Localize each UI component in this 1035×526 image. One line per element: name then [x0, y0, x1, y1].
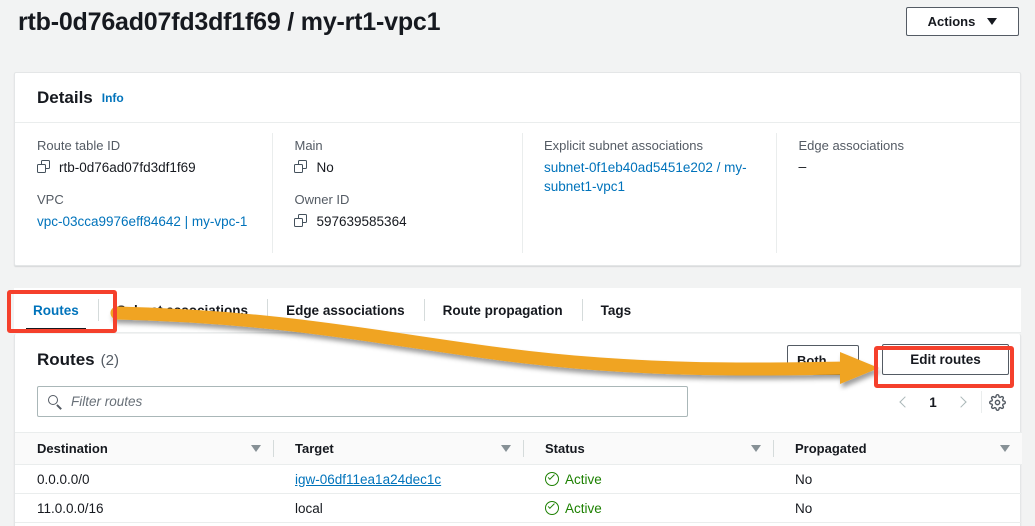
tab-routes[interactable]: Routes [14, 288, 98, 332]
cell-status: Active [523, 493, 773, 523]
field-value: No [316, 160, 334, 175]
pagination-previous-button[interactable] [891, 388, 919, 416]
routes-title: Routes [37, 350, 95, 369]
column-header-label: Destination [37, 441, 108, 456]
field-value: – [798, 158, 807, 174]
details-card: Details Info Route table ID rtb-0d76ad07… [14, 72, 1021, 266]
tab-route-propagation[interactable]: Route propagation [423, 288, 582, 332]
copy-icon[interactable] [294, 160, 307, 174]
routes-table: Destination Target Status Propagated 0.0… [15, 432, 1022, 523]
chevron-down-icon [987, 18, 998, 25]
gear-icon[interactable] [988, 393, 1006, 411]
actions-button-label: Actions [927, 14, 976, 29]
field-edge-associations: Edge associations – [798, 137, 1002, 174]
field-owner-id: Owner ID 597639585364 [294, 191, 504, 231]
routes-panel-header: Routes (2) Both Edit routes [15, 334, 1020, 386]
column-header-label: Target [295, 441, 334, 456]
routes-filter-row: Filter routes 1 [15, 386, 1020, 424]
field-value: rtb-0d76ad07fd3df1f69 [59, 160, 196, 175]
field-main: Main No [294, 137, 504, 177]
pagination-divider [981, 391, 982, 413]
details-column-4: Edge associations – [776, 133, 1020, 265]
field-value: 597639585364 [316, 214, 407, 229]
tab-edge-associations[interactable]: Edge associations [267, 288, 424, 332]
cell-propagated: No [773, 464, 1022, 494]
routes-count: (2) [100, 351, 119, 369]
field-label: VPC [37, 192, 64, 207]
tab-tags[interactable]: Tags [581, 288, 651, 332]
pagination-next-button[interactable] [947, 388, 975, 416]
pagination: 1 [891, 388, 1006, 416]
copy-icon[interactable] [37, 160, 50, 174]
column-header-destination[interactable]: Destination [15, 432, 273, 465]
tab-label: Tags [600, 302, 632, 318]
sort-descending-icon[interactable] [251, 445, 261, 452]
search-icon [48, 394, 62, 410]
page-title: rtb-0d76ad07fd3df1f69 / my-rt1-vpc1 [18, 8, 441, 36]
details-columns: Route table ID rtb-0d76ad07fd3df1f69 VPC… [15, 123, 1020, 265]
cell-status: Active [523, 464, 773, 494]
details-column-2: Main No Owner ID 597639585364 [272, 133, 522, 265]
column-header-label: Propagated [795, 441, 867, 456]
field-label: Main [294, 138, 323, 153]
sort-descending-icon[interactable] [501, 445, 511, 452]
field-label: Route table ID [37, 138, 121, 153]
tab-label: Subnet associations [116, 302, 249, 318]
tab-bar: Routes Subnet associations Edge associat… [14, 288, 1021, 333]
table-row[interactable]: 0.0.0.0/0 igw-06df11ea1a24dec1c Active N… [15, 464, 1022, 494]
details-card-header: Details Info [15, 73, 1020, 123]
page-root: rtb-0d76ad07fd3df1f69 / my-rt1-vpc1 Acti… [0, 0, 1035, 526]
details-column-1: Route table ID rtb-0d76ad07fd3df1f69 VPC… [15, 137, 272, 265]
column-header-propagated[interactable]: Propagated [773, 432, 1022, 465]
sort-descending-icon[interactable] [751, 445, 761, 452]
field-label: Edge associations [798, 138, 904, 153]
details-column-3: Explicit subnet associations subnet-0f1e… [521, 133, 777, 265]
column-header-status[interactable]: Status [523, 432, 773, 465]
details-info-link[interactable]: Info [102, 91, 124, 105]
tab-label: Edge associations [286, 302, 405, 318]
cell-destination: 0.0.0.0/0 [15, 464, 273, 494]
tab-label: Route propagation [442, 302, 563, 318]
table-row[interactable]: 11.0.0.0/16 local Active No [15, 493, 1022, 523]
copy-icon[interactable] [294, 214, 307, 228]
filter-routes-input[interactable]: Filter routes [37, 386, 688, 417]
details-heading: Details [37, 87, 93, 107]
vpc-link[interactable]: vpc-03cca9976eff84642 | my-vpc-1 [37, 212, 254, 231]
pagination-page-number[interactable]: 1 [919, 395, 947, 410]
field-route-table-id: Route table ID rtb-0d76ad07fd3df1f69 [37, 137, 254, 177]
status-active-icon [545, 501, 559, 515]
cell-target: igw-06df11ea1a24dec1c [273, 464, 523, 494]
status-badge: Active [565, 471, 602, 487]
chevron-down-icon [843, 357, 851, 363]
field-vpc: VPC vpc-03cca9976eff84642 | my-vpc-1 [37, 191, 254, 231]
status-active-icon [545, 472, 559, 486]
table-header-row: Destination Target Status Propagated [15, 432, 1022, 465]
both-dropdown[interactable]: Both [787, 345, 859, 375]
field-label: Explicit subnet associations [543, 138, 703, 153]
column-header-label: Status [545, 441, 585, 456]
edit-routes-button-label: Edit routes [910, 352, 981, 367]
cell-destination: 11.0.0.0/16 [15, 493, 273, 523]
cell-propagated: No [773, 493, 1022, 523]
filter-routes-placeholder: Filter routes [71, 394, 143, 409]
target-link[interactable]: igw-06df11ea1a24dec1c [295, 472, 441, 487]
subnet-association-link[interactable]: subnet-0f1eb40ad5451e202 / my-subnet1-vp… [544, 158, 759, 196]
field-label: Owner ID [294, 192, 350, 207]
column-header-target[interactable]: Target [273, 432, 523, 465]
cell-target: local [273, 493, 523, 523]
edit-routes-button[interactable]: Edit routes [882, 344, 1009, 375]
both-dropdown-label: Both [797, 352, 827, 368]
actions-button[interactable]: Actions [906, 7, 1019, 36]
page-header: rtb-0d76ad07fd3df1f69 / my-rt1-vpc1 Acti… [0, 0, 1035, 58]
field-explicit-subnet-associations: Explicit subnet associations subnet-0f1e… [544, 137, 759, 196]
routes-panel: Routes (2) Both Edit routes Filter route… [14, 334, 1022, 526]
tab-subnet-associations[interactable]: Subnet associations [97, 288, 267, 332]
tab-label: Routes [33, 302, 79, 318]
sort-descending-icon[interactable] [1000, 445, 1010, 452]
status-badge: Active [565, 500, 602, 516]
